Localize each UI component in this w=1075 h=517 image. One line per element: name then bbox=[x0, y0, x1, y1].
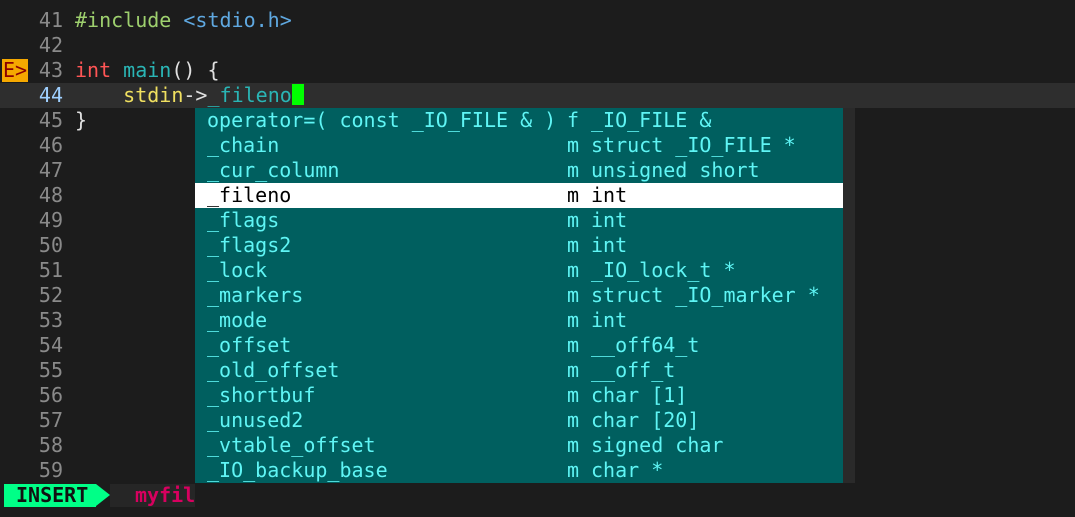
completion-item[interactable]: _fileno m int bbox=[195, 183, 843, 208]
completion-word: _flags bbox=[207, 208, 280, 232]
completion-item[interactable]: _offset m __off64_t bbox=[195, 333, 843, 358]
completion-word: _chain bbox=[207, 133, 280, 157]
completion-menu: char * bbox=[591, 458, 664, 482]
completion-word: _cur_column bbox=[207, 158, 340, 182]
completion-item[interactable]: _lock m _IO_lock_t * bbox=[195, 258, 843, 283]
completion-popup[interactable]: operator=( const _IO_FILE & ) f _IO_FILE &… bbox=[195, 108, 843, 508]
line-number: 50 bbox=[38, 233, 63, 257]
completion-menu: unsigned short bbox=[591, 158, 760, 182]
completion-item[interactable]: _mode m int bbox=[195, 308, 843, 333]
completion-kind: m bbox=[567, 283, 580, 307]
line-code: } bbox=[75, 108, 88, 132]
completion-item[interactable]: _flags2 m int bbox=[195, 233, 843, 258]
completion-word: _vtable_offset bbox=[207, 433, 376, 457]
completion-item[interactable]: _flags m int bbox=[195, 208, 843, 233]
line-number: 58 bbox=[38, 433, 63, 457]
text-cursor bbox=[291, 84, 304, 105]
line-number: 43 bbox=[38, 58, 63, 82]
line-number: 42 bbox=[38, 33, 63, 57]
editor-line[interactable]: 42 bbox=[0, 33, 1075, 58]
completion-word: _shortbuf bbox=[207, 383, 316, 407]
completion-word: operator=( const _IO_FILE & ) bbox=[207, 108, 557, 132]
completion-scrollbar[interactable] bbox=[843, 108, 855, 508]
line-number: 56 bbox=[38, 383, 63, 407]
completion-kind: m bbox=[567, 333, 580, 357]
completion-word: _lock bbox=[207, 258, 268, 282]
completion-kind: m bbox=[567, 408, 580, 432]
line-number: 44 bbox=[38, 83, 63, 107]
completion-item[interactable]: _markers m struct _IO_marker * bbox=[195, 283, 843, 308]
line-code: stdin->_fileno bbox=[75, 83, 304, 108]
completion-item[interactable]: _shortbuf m char [1] bbox=[195, 383, 843, 408]
completion-menu: signed char bbox=[591, 433, 724, 457]
editor-line[interactable]: E> 43 int main() { bbox=[0, 58, 1075, 83]
error-sign-icon: E> bbox=[2, 58, 29, 82]
statusline: INSERT myfil bbox=[0, 483, 1075, 508]
completion-menu: __off_t bbox=[591, 358, 676, 382]
editor-line[interactable]: 41 #include <stdio.h> bbox=[0, 8, 1075, 33]
line-number: 54 bbox=[38, 333, 63, 357]
completion-item[interactable]: _old_offset m __off_t bbox=[195, 358, 843, 383]
completion-item[interactable]: _IO_backup_base m char * bbox=[195, 458, 843, 483]
line-number: 45 bbox=[38, 108, 63, 132]
completion-kind: m bbox=[567, 308, 580, 332]
completion-menu: struct _IO_marker * bbox=[591, 283, 820, 307]
completion-item[interactable]: _chain m struct _IO_FILE * bbox=[195, 133, 843, 158]
completion-menu: int bbox=[591, 233, 628, 257]
completion-kind: m bbox=[567, 383, 580, 407]
completion-menu: __off64_t bbox=[591, 333, 700, 357]
completion-word: _flags2 bbox=[207, 233, 292, 257]
completion-menu: int bbox=[591, 208, 628, 232]
line-number: 55 bbox=[38, 358, 63, 382]
line-number: 57 bbox=[38, 408, 63, 432]
completion-item[interactable]: _vtable_offset m signed char bbox=[195, 433, 843, 458]
completion-word: _markers bbox=[207, 283, 304, 307]
completion-item[interactable]: _cur_column m unsigned short bbox=[195, 158, 843, 183]
completion-menu: int bbox=[591, 308, 628, 332]
editor-line[interactable]: 44 stdin->_fileno bbox=[0, 83, 1075, 108]
completion-kind: m bbox=[567, 433, 580, 457]
completion-menu: char [20] bbox=[591, 408, 700, 432]
completion-kind: m bbox=[567, 458, 580, 482]
completion-menu: char [1] bbox=[591, 383, 688, 407]
line-number: 51 bbox=[38, 258, 63, 282]
completion-word: _old_offset bbox=[207, 358, 340, 382]
completion-menu: _IO_FILE & bbox=[591, 108, 712, 132]
line-number: 46 bbox=[38, 133, 63, 157]
completion-kind: m bbox=[567, 358, 580, 382]
completion-kind: m bbox=[567, 158, 580, 182]
line-code: #include <stdio.h> bbox=[75, 8, 292, 32]
completion-menu: int bbox=[591, 183, 628, 207]
mode-indicator: INSERT bbox=[4, 484, 96, 507]
line-number: 59 bbox=[38, 458, 63, 482]
line-code: int main() { bbox=[75, 58, 220, 82]
completion-kind: m bbox=[567, 133, 580, 157]
completion-word: _fileno bbox=[207, 183, 292, 207]
completion-menu: struct _IO_FILE * bbox=[591, 133, 796, 157]
line-number: 53 bbox=[38, 308, 63, 332]
completion-kind: f bbox=[567, 108, 580, 132]
completion-word: _mode bbox=[207, 308, 268, 332]
completion-item[interactable]: _unused2 m char [20] bbox=[195, 408, 843, 433]
mode-separator bbox=[96, 484, 110, 506]
completion-word: _unused2 bbox=[207, 408, 304, 432]
completion-kind: m bbox=[567, 233, 580, 257]
completion-kind: m bbox=[567, 183, 580, 207]
line-number: 47 bbox=[38, 158, 63, 182]
line-number: 49 bbox=[38, 208, 63, 232]
completion-word: _offset bbox=[207, 333, 292, 357]
line-number: 41 bbox=[38, 8, 63, 32]
completion-word: _IO_backup_base bbox=[207, 458, 388, 482]
line-number: 52 bbox=[38, 283, 63, 307]
completion-kind: m bbox=[567, 258, 580, 282]
completion-menu: _IO_lock_t * bbox=[591, 258, 736, 282]
line-number: 48 bbox=[38, 183, 63, 207]
status-filename: myfil bbox=[135, 483, 196, 507]
completion-kind: m bbox=[567, 208, 580, 232]
completion-item[interactable]: operator=( const _IO_FILE & ) f _IO_FILE & bbox=[195, 108, 843, 133]
